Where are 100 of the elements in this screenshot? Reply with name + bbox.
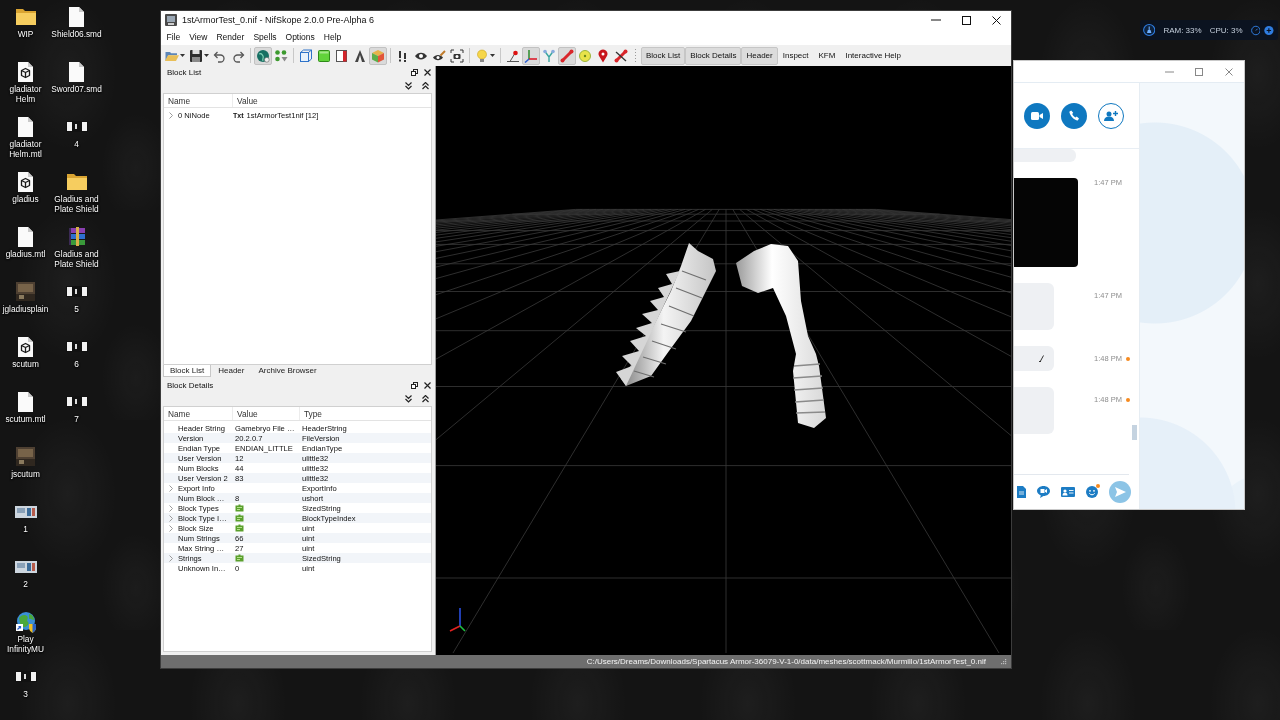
video-message-icon[interactable] <box>1037 486 1050 498</box>
desktop-icon-label[interactable]: jgladiusplain <box>2 304 49 314</box>
broom-icon[interactable] <box>1143 23 1156 37</box>
column-header[interactable]: Name <box>164 94 233 107</box>
panel-toggle-button[interactable]: Inspect <box>777 46 814 65</box>
axis-gizmo-icon <box>448 607 466 633</box>
dock-tab[interactable]: Archive Browser <box>251 365 324 377</box>
column-header[interactable]: Value <box>233 407 300 420</box>
document-icon[interactable] <box>1017 486 1026 498</box>
file-icon[interactable] <box>18 391 33 412</box>
node-tree-icon <box>542 48 556 63</box>
desktop-icon-label[interactable]: Play InfinityMU <box>0 634 51 654</box>
desktop-icon-label[interactable]: gladius <box>12 194 39 204</box>
file-icon[interactable] <box>18 116 33 137</box>
image-file-icon[interactable] <box>65 341 88 352</box>
desktop-icon-label[interactable]: 6 <box>74 359 79 369</box>
dock-title: Block Details <box>167 381 215 390</box>
phone-icon <box>1068 110 1080 121</box>
menu-item[interactable]: Help <box>319 32 346 42</box>
panel-toggle-button[interactable]: Header <box>741 46 778 65</box>
dock-tab[interactable]: Header <box>211 365 252 377</box>
3d-viewport[interactable] <box>436 66 1011 655</box>
panel-toggle-button[interactable]: Interactive Help <box>840 46 906 65</box>
file-icon[interactable] <box>69 61 84 82</box>
desktop-icon-label[interactable]: Gladius and Plate Shield <box>51 194 102 214</box>
desktop-icon-label[interactable]: gladiator Helm <box>0 84 51 104</box>
cube-file-icon[interactable] <box>18 336 33 357</box>
image-file-icon[interactable] <box>65 286 88 297</box>
panel-toggle-button[interactable]: Block List <box>641 46 686 65</box>
close-icon[interactable] <box>424 382 431 389</box>
desktop-icon-label[interactable]: 4 <box>74 139 79 149</box>
image-file-icon[interactable] <box>14 560 37 573</box>
maximize-icon[interactable] <box>961 15 971 25</box>
cube-file-icon[interactable] <box>18 61 33 82</box>
desktop-icon-label[interactable]: 7 <box>74 414 79 424</box>
plus-icon[interactable] <box>1264 24 1274 36</box>
desktop-icon-label[interactable]: 5 <box>74 304 79 314</box>
column-header[interactable]: Name <box>164 407 233 420</box>
arm-mesh[interactable] <box>736 244 826 428</box>
menu-item[interactable]: Spells <box>248 32 282 42</box>
desktop-icon-label[interactable]: jscutum <box>11 469 40 479</box>
menu-item[interactable]: Options <box>281 32 320 42</box>
desktop-icon-label[interactable]: 1 <box>23 524 28 534</box>
image-file-icon[interactable] <box>65 396 88 407</box>
dock-tab[interactable]: Block List <box>163 365 212 377</box>
menu-item[interactable]: View <box>184 32 212 42</box>
call-button[interactable] <box>1061 102 1087 129</box>
caret-icon <box>180 54 185 57</box>
float-icon[interactable] <box>411 382 418 389</box>
desktop-icon-label[interactable]: scutum.mtl <box>5 414 46 424</box>
image-file-icon[interactable] <box>14 505 37 518</box>
scrollbar-thumb[interactable] <box>1132 425 1137 440</box>
desktop-icon-label[interactable]: gladius.mtl <box>5 249 46 259</box>
float-icon[interactable] <box>411 69 418 76</box>
desktop-icon-label[interactable]: gladiator Helm.mtl <box>0 139 51 159</box>
desktop-icon-label[interactable]: 3 <box>23 689 28 699</box>
menu-item[interactable]: File <box>162 32 185 42</box>
cube-file-icon[interactable] <box>18 171 33 192</box>
expand-all-icon[interactable] <box>405 395 412 403</box>
desktop-icon-label[interactable]: scutum <box>12 359 39 369</box>
video-call-button[interactable] <box>1024 102 1050 129</box>
contact-card-icon[interactable] <box>1061 487 1075 497</box>
wire-cube-icon <box>299 48 313 63</box>
message-bubble <box>1014 387 1054 434</box>
dots-icon <box>274 48 288 63</box>
desktop-icon-label[interactable]: WIP <box>17 29 34 39</box>
panel-toggle-button[interactable]: KFM <box>813 46 841 65</box>
sphere-icon <box>578 48 592 63</box>
close-icon[interactable] <box>424 69 431 76</box>
array-icon <box>235 514 244 522</box>
file-icon[interactable] <box>69 6 84 27</box>
folder-icon[interactable] <box>66 173 87 190</box>
desktop-icon-label[interactable]: Shield06.smd <box>51 29 102 39</box>
close-icon[interactable] <box>991 15 1001 25</box>
gauge-icon[interactable] <box>1250 24 1261 36</box>
folder-icon[interactable] <box>15 8 36 25</box>
desktop-icon-label[interactable]: Gladius and Plate Shield <box>51 249 102 269</box>
image-file-icon[interactable] <box>65 121 88 132</box>
armor-sleeve-mesh[interactable] <box>616 243 716 386</box>
desktop-icon-label[interactable]: 2 <box>23 579 28 589</box>
add-contact-button[interactable] <box>1098 102 1124 129</box>
resize-grip-icon[interactable] <box>1000 658 1007 665</box>
expand-all-icon[interactable] <box>405 82 412 90</box>
file-icon[interactable] <box>18 226 33 247</box>
cpu-usage: CPU: 3% <box>1209 25 1243 35</box>
panel-toggle-button[interactable]: Block Details <box>685 46 742 65</box>
smiley-icon[interactable] <box>1086 486 1098 498</box>
toolbar-handle[interactable] <box>634 48 637 63</box>
column-header[interactable]: Value <box>233 94 431 107</box>
caret-icon <box>204 54 209 57</box>
desktop-icon-label[interactable]: Sword07.smd <box>51 84 102 94</box>
collapse-all-icon[interactable] <box>422 395 429 403</box>
globe-icon[interactable] <box>14 610 37 633</box>
toolbar-button[interactable] <box>448 46 466 65</box>
menu-item[interactable]: Render <box>212 32 249 42</box>
globe-icon <box>256 48 270 63</box>
collapse-all-icon[interactable] <box>422 82 429 90</box>
image-file-icon[interactable] <box>14 671 37 682</box>
column-header[interactable]: Type <box>300 407 431 420</box>
book-stack-icon[interactable] <box>66 227 87 246</box>
